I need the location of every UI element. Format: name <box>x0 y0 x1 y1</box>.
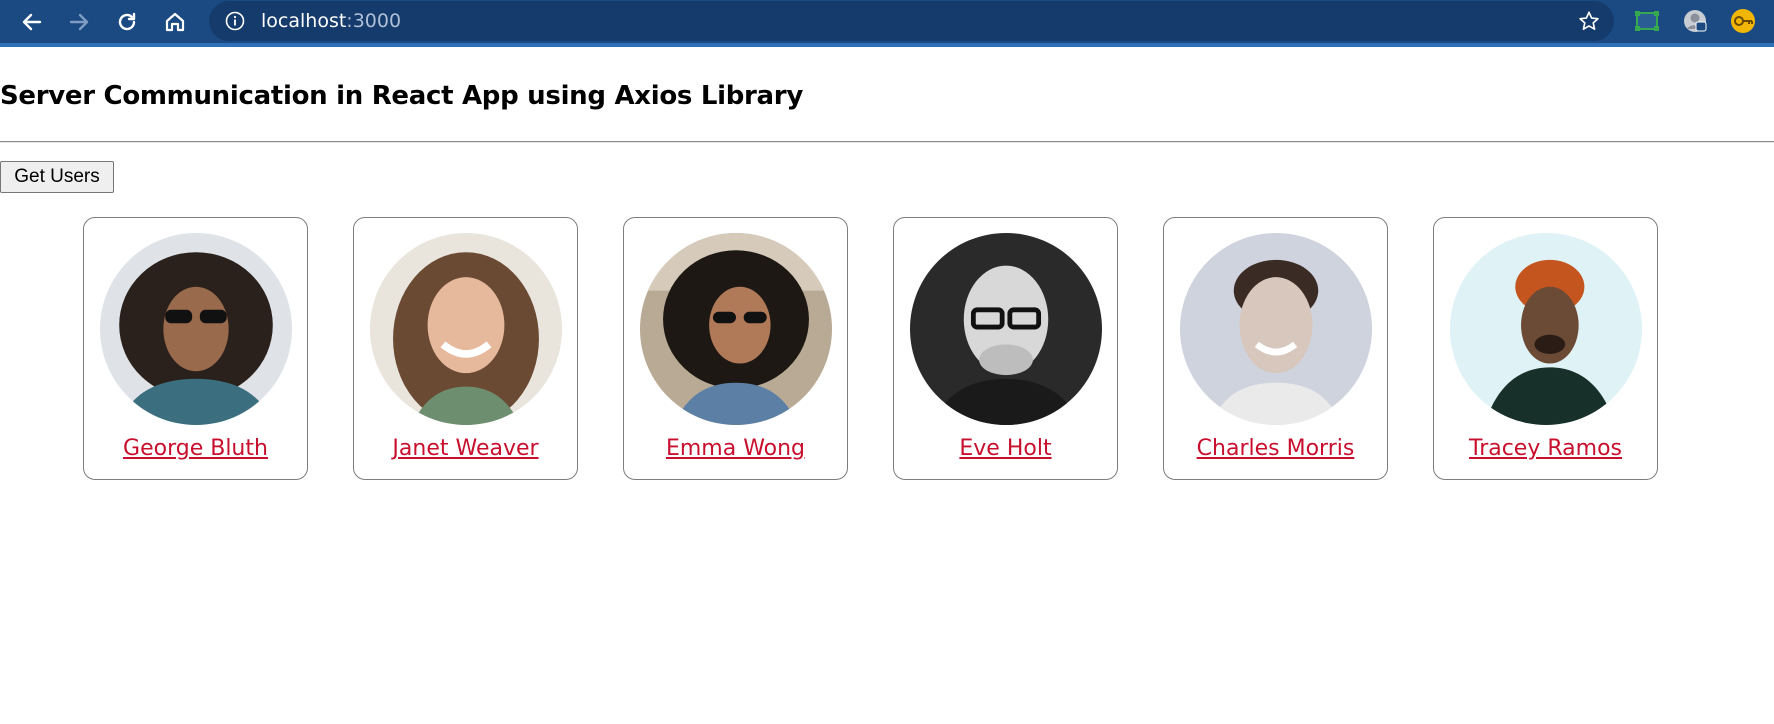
user-name-link[interactable]: Emma Wong <box>624 436 847 461</box>
screen-capture-extension-icon[interactable] <box>1634 8 1660 34</box>
user-avatar <box>370 233 562 425</box>
reload-icon[interactable] <box>111 6 143 38</box>
user-card: Eve Holt <box>893 217 1118 480</box>
page-title: Server Communication in React App using … <box>0 81 803 111</box>
toolbar-accent-line <box>0 43 1774 47</box>
horizontal-divider <box>0 141 1774 143</box>
key-extension-icon[interactable] <box>1730 8 1756 34</box>
url-host: localhost <box>261 10 347 32</box>
user-card: Charles Morris <box>1163 217 1388 480</box>
user-name-link[interactable]: Charles Morris <box>1164 436 1387 461</box>
user-avatar <box>100 233 292 425</box>
user-card: Janet Weaver <box>353 217 578 480</box>
user-card: Tracey Ramos <box>1433 217 1658 480</box>
url-port: :3000 <box>346 10 402 32</box>
site-info-icon[interactable] <box>225 11 245 31</box>
user-avatar <box>910 233 1102 425</box>
user-name-link[interactable]: George Bluth <box>84 436 307 461</box>
user-avatar <box>1180 233 1372 425</box>
user-name-link[interactable]: Tracey Ramos <box>1434 436 1657 461</box>
user-avatar <box>640 233 832 425</box>
user-card: George Bluth <box>83 217 308 480</box>
profile-extension-icon[interactable] <box>1682 8 1708 34</box>
home-icon[interactable] <box>159 6 191 38</box>
user-card: Emma Wong <box>623 217 848 480</box>
forward-icon[interactable] <box>63 6 95 38</box>
user-avatar <box>1450 233 1642 425</box>
bookmark-star-icon[interactable] <box>1578 10 1600 32</box>
browser-toolbar: localhost:3000 <box>0 0 1774 43</box>
user-cards: George Bluth Janet Weaver Emma Wong Eve … <box>83 217 1663 481</box>
user-name-link[interactable]: Eve Holt <box>894 436 1117 461</box>
user-name-link[interactable]: Janet Weaver <box>354 436 577 461</box>
url-text[interactable]: localhost:3000 <box>261 10 401 32</box>
get-users-button[interactable]: Get Users <box>0 161 114 193</box>
address-bar[interactable]: localhost:3000 <box>209 1 1614 41</box>
back-icon[interactable] <box>16 6 48 38</box>
